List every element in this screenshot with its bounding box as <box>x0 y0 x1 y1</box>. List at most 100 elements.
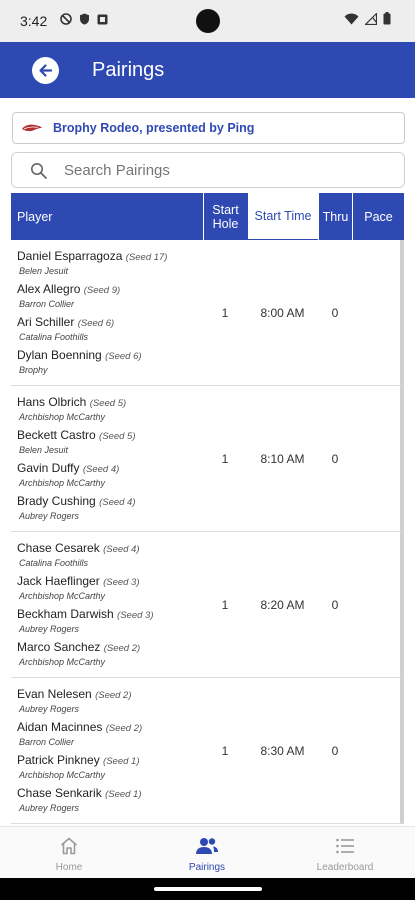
thru-cell: 0 <box>331 451 339 466</box>
table-header: Player Start Hole Start Time Thru Pace <box>11 193 404 240</box>
table-row[interactable]: Evan Nelesen (Seed 2) Aubrey Rogers Aida… <box>11 678 404 824</box>
table-row[interactable]: Hans Olbrich (Seed 5) Archbishop McCarth… <box>11 386 404 532</box>
nav-label: Pairings <box>188 862 226 873</box>
player-cell: Chase Cesarek (Seed 4) Catalina Foothill… <box>11 532 203 677</box>
player-school: Belen Jesuit <box>19 266 69 276</box>
search-box[interactable] <box>11 152 405 188</box>
player-cell: Evan Nelesen (Seed 2) Aubrey Rogers Aida… <box>11 678 203 823</box>
start-hole-cell: 1 <box>221 305 229 320</box>
player-school: Aubrey Rogers <box>19 704 80 714</box>
player-name: Ari Schiller <box>17 315 75 329</box>
player-name: Marco Sanchez <box>17 640 101 654</box>
player-name: Brady Cushing <box>17 494 96 508</box>
people-icon <box>196 838 218 854</box>
status-time: 3:42 <box>20 13 48 29</box>
player-seed: (Seed 9) <box>83 285 121 296</box>
thru-cell: 0 <box>331 305 339 320</box>
start-hole-cell: 1 <box>221 597 229 612</box>
player-cell: Hans Olbrich (Seed 5) Archbishop McCarth… <box>11 386 203 531</box>
player-school: Archbishop McCarthy <box>19 591 106 601</box>
player-seed: (Seed 2) <box>105 723 143 734</box>
player-seed: (Seed 4) <box>99 497 136 508</box>
pace-cell <box>352 386 400 531</box>
thru-cell: 0 <box>331 743 339 758</box>
signal-icon <box>365 12 377 25</box>
player-seed: (Seed 17) <box>125 252 168 263</box>
gesture-bar <box>0 878 415 900</box>
player-seed: (Seed 6) <box>77 318 115 329</box>
nav-label: Leaderboard <box>316 862 374 873</box>
player-name: Chase Senkarik <box>17 786 102 800</box>
player-seed: (Seed 6) <box>105 351 142 362</box>
player-seed: (Seed 1) <box>103 756 140 767</box>
start-time-cell: 8:10 AM <box>260 451 305 466</box>
event-card[interactable]: Brophy Rodeo, presented by Ping <box>12 112 405 144</box>
player-school: Catalina Foothills <box>19 332 89 342</box>
player-school: Barron Collier <box>19 737 75 747</box>
nav-label: Home <box>55 862 83 873</box>
player-name: Patrick Pinkney <box>17 753 100 767</box>
nav-item-home[interactable]: Home <box>0 827 138 878</box>
list-icon <box>336 838 354 854</box>
header-player[interactable]: Player <box>11 193 203 240</box>
start-time-cell: 8:30 AM <box>260 743 305 758</box>
player-school: Aubrey Rogers <box>19 511 80 521</box>
header-start-hole[interactable]: Start Hole <box>203 193 247 240</box>
start-hole-cell: 1 <box>221 451 229 466</box>
start-hole-cell: 1 <box>221 743 229 758</box>
pairings-table: Player Start Hole Start Time Thru Pace D… <box>11 193 404 824</box>
app-bar: Pairings <box>0 42 415 98</box>
player-school: Archbishop McCarthy <box>19 478 106 488</box>
player-name: Aidan Macinnes <box>17 720 103 734</box>
player-school: Belen Jesuit <box>19 445 69 455</box>
player-seed: (Seed 3) <box>117 610 154 621</box>
player-school: Brophy <box>19 365 48 375</box>
player-cell: Daniel Esparragoza (Seed 17) Belen Jesui… <box>11 240 203 385</box>
player-school: Aubrey Rogers <box>19 624 80 634</box>
nav-item-leaderboard[interactable]: Leaderboard <box>276 827 414 878</box>
table-body: Daniel Esparragoza (Seed 17) Belen Jesui… <box>11 240 404 824</box>
battery-icon <box>383 12 391 25</box>
header-start-time[interactable]: Start Time <box>247 193 318 240</box>
start-time-cell: 8:00 AM <box>260 305 305 320</box>
notification-icon <box>97 14 108 24</box>
player-seed: (Seed 2) <box>95 690 132 701</box>
player-seed: (Seed 3) <box>103 577 140 588</box>
player-name: Hans Olbrich <box>17 395 87 409</box>
player-name: Jack Haeflinger <box>17 574 100 588</box>
home-icon <box>60 837 78 855</box>
player-school: Catalina Foothills <box>19 558 89 568</box>
player-seed: (Seed 2) <box>103 643 141 654</box>
player-school: Barron Collier <box>19 299 75 309</box>
player-school: Aubrey Rogers <box>19 803 80 813</box>
player-seed: (Seed 1) <box>105 789 142 800</box>
start-time-cell: 8:20 AM <box>260 597 305 612</box>
search-input[interactable] <box>64 153 384 187</box>
table-row[interactable]: Chase Cesarek (Seed 4) Catalina Foothill… <box>11 532 404 678</box>
status-bar: 3:42 <box>0 0 415 42</box>
nav-item-pairings[interactable]: Pairings <box>138 827 276 878</box>
player-seed: (Seed 4) <box>103 544 140 555</box>
player-name: Evan Nelesen <box>17 687 92 701</box>
player-name: Gavin Duffy <box>17 461 80 475</box>
player-seed: (Seed 5) <box>99 431 136 442</box>
player-name: Chase Cesarek <box>17 541 100 555</box>
player-school: Archbishop McCarthy <box>19 770 106 780</box>
table-row[interactable]: Daniel Esparragoza (Seed 17) Belen Jesui… <box>11 240 404 386</box>
header-pace[interactable]: Pace <box>352 193 404 240</box>
event-logo-icon <box>22 124 42 132</box>
shield-icon <box>80 13 89 25</box>
back-button[interactable] <box>32 57 59 84</box>
pace-cell <box>352 678 400 823</box>
player-name: Beckett Castro <box>17 428 96 442</box>
bottom-nav: Home Pairings Leaderboard <box>0 826 415 878</box>
pace-cell <box>352 532 400 677</box>
home-gesture-handle[interactable] <box>154 887 262 891</box>
event-name: Brophy Rodeo, presented by Ping <box>53 121 255 135</box>
player-seed: (Seed 5) <box>89 398 127 409</box>
wifi-icon <box>344 13 359 24</box>
header-thru[interactable]: Thru <box>318 193 352 240</box>
page-title: Pairings <box>92 59 165 81</box>
camera-cutout <box>196 9 220 33</box>
player-name: Dylan Boenning <box>17 348 102 362</box>
